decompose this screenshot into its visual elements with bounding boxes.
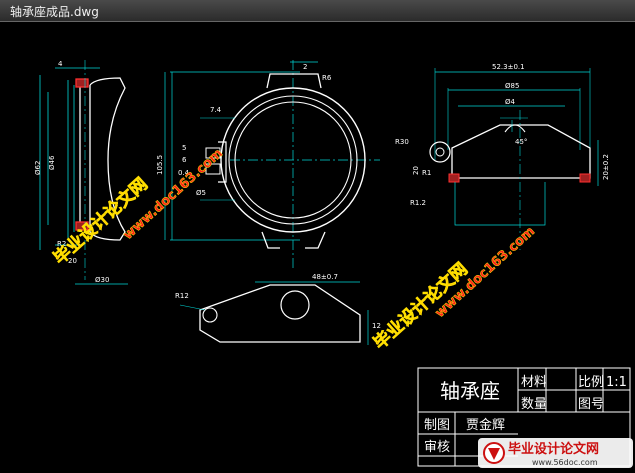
footer-watermark-cn: 毕业设计论文网: [508, 441, 599, 457]
dim-left-30: Ø30: [95, 276, 109, 284]
cad-drawing-canvas[interactable]: 4 Ø62 Ø46 R2 20 Ø30 2 R6 7.4 105.5 5 6 0…: [0, 22, 635, 469]
dim-top-radius: R6: [322, 74, 332, 82]
titleblock-qty-label: 数量: [521, 397, 547, 412]
dim-right-phi4: Ø4: [505, 98, 516, 106]
dim-right-r12: R1.2: [410, 199, 426, 207]
titleblock-drawn-name: 贾金辉: [466, 417, 505, 433]
dim-center-74: 7.4: [210, 106, 222, 114]
dim-center-1055: 105.5: [156, 155, 164, 175]
dim-right-angle: 45°: [515, 138, 527, 146]
dim-right-r1: R1: [422, 169, 431, 177]
dim-left-diam1: Ø62: [34, 161, 42, 175]
titleblock-scale-label: 比例: [578, 375, 604, 390]
dim-left-diam2: Ø46: [48, 155, 56, 170]
dim-center-r5: Ø5: [196, 189, 206, 197]
dim-right-phi85: Ø85: [505, 82, 519, 90]
footer-watermark-url: www.56doc.com: [532, 458, 598, 467]
dim-top-gap: 2: [303, 63, 307, 71]
dim-right-20-side: 20±0.2: [602, 154, 610, 180]
titleblock-check-label: 审核: [424, 440, 450, 455]
window-titlebar: 轴承座成品.dwg: [0, 0, 635, 22]
dim-right-523: 52.3±0.1: [492, 63, 525, 71]
dim-center-6: 6: [182, 156, 187, 164]
titleblock-drawn-label: 制图: [424, 418, 450, 433]
drawing-svg: 4 Ø62 Ø46 R2 20 Ø30 2 R6 7.4 105.5 5 6 0…: [34, 60, 633, 468]
titleblock-part-name: 轴承座: [440, 379, 500, 403]
dim-left-4: 4: [58, 60, 63, 68]
window-title: 轴承座成品.dwg: [10, 5, 99, 19]
dim-bottom-48: 48±0.7: [312, 273, 338, 281]
titleblock-drawing-no-label: 图号: [578, 397, 604, 412]
right-view: [429, 68, 599, 250]
titleblock-scale-value: 1:1: [606, 375, 627, 390]
dim-right-20: 20: [412, 166, 420, 175]
dim-right-r30: R30: [395, 138, 409, 146]
titleblock-material-label: 材料: [521, 375, 547, 390]
dim-bottom-12: 12: [372, 322, 381, 330]
dim-bottom-r12: R12: [175, 292, 189, 300]
dim-center-5: 5: [182, 144, 186, 152]
footer-watermark: 毕业设计论文网 www.56doc.com: [478, 438, 633, 468]
bottom-top-view: [179, 281, 369, 345]
watermark-overlay: 毕业设计论文网 www.doc163.com 毕业设计论文网 www.doc16…: [49, 146, 538, 354]
